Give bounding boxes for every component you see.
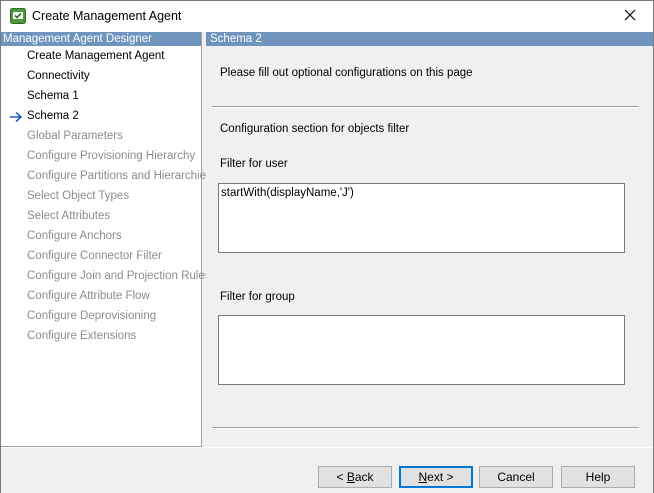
divider — [212, 106, 639, 108]
divider — [212, 427, 639, 429]
close-button[interactable] — [607, 1, 653, 32]
back-suffix: ack — [354, 470, 374, 484]
steps-list: Create Management Agent Connectivity Schem… — [1, 46, 212, 346]
step-label: Configure Provisioning Hierarchy — [27, 150, 196, 162]
step-label: Schema 2 — [27, 110, 79, 122]
section-title: Configuration section for objects filter — [220, 123, 410, 135]
create-management-agent-dialog: Create Management Agent Management Agent… — [0, 0, 654, 493]
next-button[interactable]: Next > — [399, 466, 473, 488]
step-item: Select Object Types — [1, 186, 201, 206]
intro-text: Please fill out optional configurations … — [220, 67, 473, 79]
step-label: Configure Connector Filter — [27, 250, 162, 262]
step-label: Schema 1 — [27, 90, 79, 102]
designer-steps-pane: Management Agent Designer Create Managem… — [1, 32, 212, 447]
step-item: Global Parameters — [1, 126, 201, 146]
current-step-arrow-icon — [9, 110, 23, 123]
page-content: Please fill out optional configurations … — [206, 46, 653, 447]
next-suffix: ext > — [427, 470, 454, 484]
schema-2-pane: Schema 2 Please fill out optional config… — [206, 32, 653, 447]
step-item: Configure Attribute Flow — [1, 286, 201, 306]
user-filter-input[interactable] — [218, 183, 625, 253]
management-agent-app-icon — [10, 8, 26, 24]
step-label: Configure Deprovisioning — [27, 310, 157, 322]
step-item: Configure Anchors — [1, 226, 201, 246]
step-label: Configure Attribute Flow — [27, 290, 150, 302]
step-item[interactable]: Create Management Agent — [1, 46, 201, 66]
step-label: Select Attributes — [27, 210, 111, 222]
step-item[interactable]: Connectivity — [1, 66, 201, 86]
help-button[interactable]: Help — [561, 466, 635, 488]
step-label: Global Parameters — [27, 130, 123, 142]
step-label: Connectivity — [27, 70, 90, 82]
step-label: Configure Join and Projection Rules — [27, 270, 211, 282]
page-title: Schema 2 — [206, 32, 653, 46]
step-item: Configure Join and Projection Rules — [1, 266, 210, 286]
step-label: Create Management Agent — [27, 50, 165, 62]
step-label: Configure Partitions and Hierarchies — [27, 170, 212, 182]
back-mnemonic: B — [346, 470, 355, 484]
step-item: Configure Partitions and Hierarchies — [1, 166, 212, 186]
designer-header: Management Agent Designer — [1, 32, 201, 46]
group-filter-input[interactable] — [218, 315, 625, 385]
cancel-button[interactable]: Cancel — [479, 466, 553, 488]
step-label: Select Object Types — [27, 190, 130, 202]
step-item: Select Attributes — [1, 206, 201, 226]
back-button[interactable]: < Back — [318, 466, 392, 488]
window-title: Create Management Agent — [32, 9, 182, 23]
step-item: Configure Deprovisioning — [1, 306, 201, 326]
back-prefix: < — [336, 470, 347, 484]
close-icon — [624, 9, 636, 24]
step-item[interactable]: Schema 1 — [1, 86, 201, 106]
user-filter-label: Filter for user — [220, 158, 288, 170]
step-item: Configure Provisioning Hierarchy — [1, 146, 201, 166]
step-label: Configure Anchors — [27, 230, 122, 242]
step-item[interactable]: Schema 2 — [1, 106, 201, 126]
step-item: Configure Connector Filter — [1, 246, 201, 266]
title-bar: Create Management Agent — [1, 1, 653, 32]
step-item: Configure Extensions — [1, 326, 201, 346]
group-filter-label: Filter for group — [220, 291, 295, 303]
button-bar: < Back Next > Cancel Help — [1, 447, 653, 493]
next-mnemonic: N — [418, 470, 428, 484]
step-label: Configure Extensions — [27, 330, 137, 342]
